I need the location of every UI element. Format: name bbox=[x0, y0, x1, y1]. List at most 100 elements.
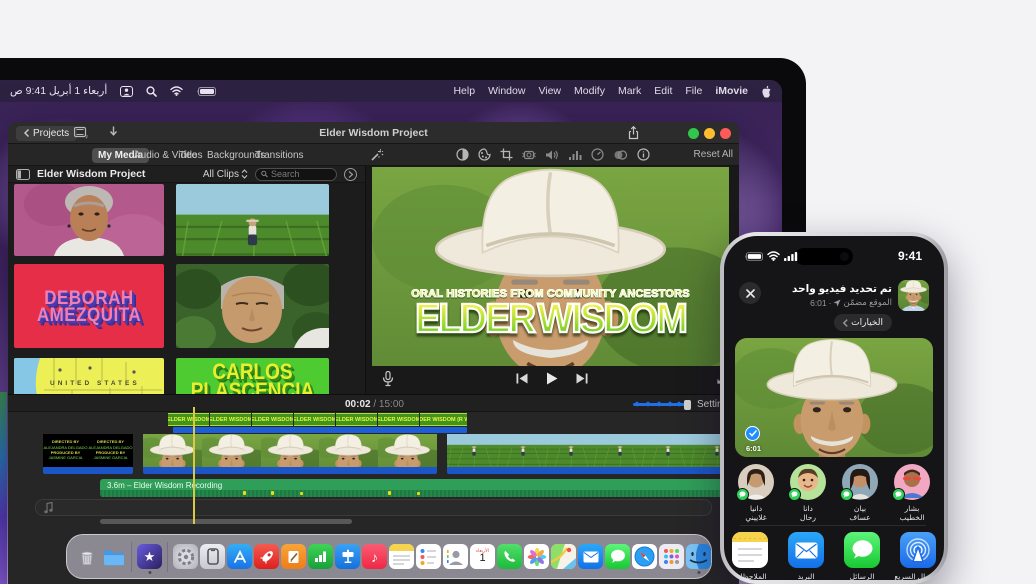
menu-bar-clock[interactable]: أربعاء 1 أبريل 9:41 ص bbox=[10, 85, 107, 97]
title-clip[interactable]: ELDER WISDOM bbox=[210, 413, 251, 426]
menu-file[interactable]: File bbox=[685, 85, 702, 97]
share-icon[interactable] bbox=[628, 126, 639, 145]
contact-dania[interactable]: دانياغلاييني bbox=[734, 464, 778, 523]
dock-icon-mail[interactable] bbox=[578, 544, 603, 569]
timeline-clip-credits[interactable]: DIRECTED BY ALEJANDRA DELGADO PRODUCED B… bbox=[43, 434, 133, 467]
background-music-well[interactable] bbox=[35, 499, 712, 516]
close-button[interactable] bbox=[739, 282, 761, 304]
contact-bayan[interactable]: بيانعساف bbox=[838, 464, 882, 523]
zoom-traffic-light[interactable] bbox=[688, 128, 699, 139]
apple-logo-icon[interactable] bbox=[761, 85, 772, 98]
search-field[interactable] bbox=[255, 168, 337, 181]
dock-icon-launchpad[interactable] bbox=[659, 544, 684, 569]
play-button[interactable] bbox=[546, 372, 558, 385]
iphone-clock: 9:41 bbox=[898, 249, 922, 263]
search-input[interactable] bbox=[271, 169, 331, 179]
dock-icon-imovie[interactable]: ★ bbox=[137, 544, 162, 569]
clip-highlight-bar bbox=[143, 467, 437, 474]
spotlight-search-icon[interactable] bbox=[146, 86, 157, 97]
contact-dana[interactable]: دانارحال bbox=[786, 464, 830, 523]
share-app-notes[interactable]: الملاحظات bbox=[728, 532, 772, 580]
next-frame-button[interactable] bbox=[576, 373, 588, 384]
timeline-scrollbar[interactable] bbox=[100, 519, 352, 524]
crop-icon[interactable] bbox=[500, 148, 513, 161]
dock-icon-maps[interactable] bbox=[551, 544, 576, 569]
menu-imovie[interactable]: iMovie bbox=[715, 85, 748, 97]
contact-last-name: الخطيب bbox=[900, 513, 925, 522]
title-clip[interactable]: ELDER WISDOM bbox=[336, 413, 377, 426]
dock-icon-finder[interactable] bbox=[686, 544, 711, 569]
dock-icon-calendar[interactable]: الأربعاء 1 bbox=[470, 544, 495, 569]
dock-icon-iphone-mirroring[interactable] bbox=[200, 544, 225, 569]
stabilization-icon[interactable] bbox=[522, 149, 536, 161]
dock-icon-music[interactable]: ♪ bbox=[362, 544, 387, 569]
timeline-zoom-slider[interactable] bbox=[633, 403, 688, 406]
color-correction-icon[interactable] bbox=[478, 148, 491, 161]
menu-edit[interactable]: Edit bbox=[654, 85, 672, 97]
tab-transitions[interactable]: Transitions bbox=[249, 148, 310, 163]
timeline-audio-clip[interactable]: 3.6m – Elder Wisdom Recording bbox=[100, 479, 739, 497]
menu-view[interactable]: View bbox=[538, 85, 561, 97]
clip-thumbnail-woman-green[interactable] bbox=[176, 264, 329, 348]
dock-icon-keynote[interactable] bbox=[335, 544, 360, 569]
share-app-airdrop[interactable]: الإرسال السريع bbox=[896, 532, 940, 580]
dock-icon-phone[interactable] bbox=[497, 544, 522, 569]
speed-icon[interactable] bbox=[591, 148, 604, 161]
timeline-clip-field[interactable] bbox=[447, 434, 739, 467]
share-app-messages[interactable]: الرسائل bbox=[840, 532, 884, 580]
wifi-icon[interactable] bbox=[170, 86, 183, 96]
volume-icon[interactable] bbox=[545, 149, 559, 161]
menu-help[interactable]: Help bbox=[453, 85, 475, 97]
clip-thumbnail-carlos-title[interactable]: CARLOS PLASCENCIA bbox=[176, 358, 329, 394]
dock-icon-safari[interactable] bbox=[632, 544, 657, 569]
previous-frame-button[interactable] bbox=[516, 373, 528, 384]
title-clip[interactable]: ELDER WISDOM (R WIS bbox=[420, 413, 467, 426]
video-preview[interactable]: 6:01 bbox=[735, 338, 933, 457]
dock-icon-app-store[interactable] bbox=[227, 544, 252, 569]
dock-icon-numbers[interactable] bbox=[308, 544, 333, 569]
dock-icon-reminders[interactable] bbox=[416, 544, 441, 569]
viewer-video[interactable]: ORAL HISTORIES FROM COMMUNITY ANCESTORS … bbox=[372, 167, 729, 366]
sidebar-toggle-icon[interactable] bbox=[16, 169, 30, 180]
dock-icon-trash[interactable] bbox=[74, 544, 99, 569]
noise-reduction-icon[interactable] bbox=[568, 149, 582, 161]
close-traffic-light[interactable] bbox=[720, 128, 731, 139]
clip-thumbnail-deborah-title[interactable]: DEBORAH AMÉZQUITA bbox=[14, 264, 164, 348]
clip-thumbnail-woman-pink[interactable] bbox=[14, 184, 164, 256]
dock-icon-system-settings[interactable] bbox=[173, 544, 198, 569]
dock-icon-notes[interactable] bbox=[389, 544, 414, 569]
title-clip[interactable]: ELDER WISDOM bbox=[252, 413, 293, 426]
menu-window[interactable]: Window bbox=[488, 85, 525, 97]
clip-thumbnail-map[interactable]: UNITED STATES bbox=[14, 358, 164, 394]
dock-icon-pages[interactable] bbox=[281, 544, 306, 569]
dock-icon-rocket[interactable] bbox=[254, 544, 279, 569]
share-app-mail[interactable]: البريد bbox=[784, 532, 828, 580]
filter-arrow-icon[interactable] bbox=[344, 168, 357, 181]
dock-icon-photos[interactable] bbox=[524, 544, 549, 569]
title-clip[interactable]: ELDER WISDOM bbox=[294, 413, 335, 426]
contact-bashar[interactable]: بشارالخطيب bbox=[890, 464, 934, 523]
clip-filter-dropdown[interactable]: All Clips bbox=[203, 169, 248, 180]
dock-icon-contacts[interactable] bbox=[443, 544, 468, 569]
clip-thumbnail-field[interactable] bbox=[176, 184, 329, 256]
minimize-traffic-light[interactable] bbox=[704, 128, 715, 139]
info-icon[interactable] bbox=[637, 148, 650, 161]
fast-user-switch-icon[interactable] bbox=[120, 86, 133, 97]
title-clip[interactable]: ELDER WISDOM bbox=[378, 413, 419, 426]
menu-modify[interactable]: Modify bbox=[574, 85, 605, 97]
timeline-clip-elder-interview[interactable] bbox=[143, 434, 437, 467]
dock-icon-downloads-folder[interactable] bbox=[101, 544, 126, 569]
selected-checkmark-icon[interactable] bbox=[745, 426, 760, 441]
color-balance-icon[interactable] bbox=[456, 148, 469, 161]
enhance-magic-wand-icon[interactable] bbox=[370, 148, 384, 167]
playhead[interactable] bbox=[193, 407, 195, 524]
selected-video-thumbnail[interactable] bbox=[898, 280, 929, 311]
clip-filter-icon[interactable] bbox=[613, 149, 628, 161]
title-clip[interactable]: ELDER WISDOM bbox=[168, 413, 209, 426]
dock-icon-messages[interactable] bbox=[605, 544, 630, 569]
zoom-slider-handle[interactable] bbox=[684, 400, 691, 410]
options-button[interactable]: الخيارات bbox=[834, 314, 892, 331]
battery-icon[interactable] bbox=[196, 87, 216, 96]
menu-mark[interactable]: Mark bbox=[618, 85, 641, 97]
reset-all-button[interactable]: Reset All bbox=[694, 149, 733, 160]
